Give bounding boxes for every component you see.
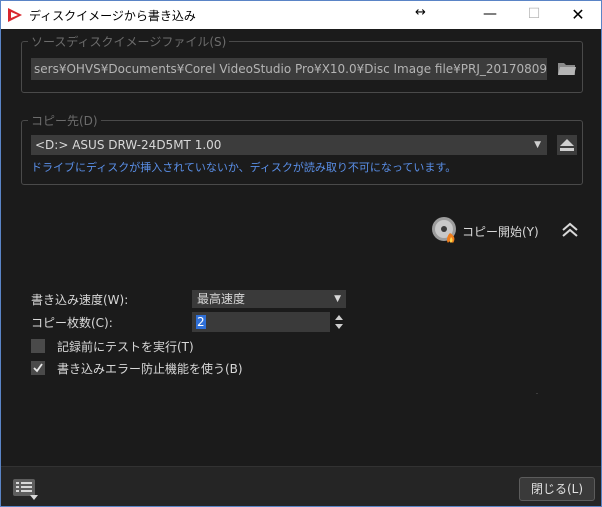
spin-up-icon[interactable] (332, 312, 346, 322)
chevron-down-icon: ▼ (334, 294, 341, 304)
maximize-button[interactable]: ☐ (511, 1, 557, 29)
eject-icon[interactable] (557, 135, 577, 155)
burn-from-disc-image-dialog: ディスクイメージから書き込み ↔ — ☐ ✕ ソースディスクイメージファイル(S… (0, 0, 602, 507)
disc-burn-icon (432, 217, 456, 243)
copy-start-label: コピー開始(Y) (462, 225, 539, 239)
window-title: ディスクイメージから書き込み (29, 9, 196, 23)
resize-icon[interactable]: ↔ (415, 5, 426, 20)
title-bar[interactable]: ディスクイメージから書き込み ↔ — ☐ ✕ (1, 1, 601, 29)
app-icon (8, 8, 22, 22)
test-before-record-checkbox[interactable] (31, 339, 45, 353)
buffer-underrun-label: 書き込みエラー防止機能を使う(B) (57, 362, 243, 376)
destination-legend: コピー先(D) (28, 112, 101, 129)
drive-warning-text: ドライブにディスクが挿入されていないか、ディスクが読み取り不可になっています。 (31, 161, 457, 174)
minimize-button[interactable]: — (467, 1, 513, 29)
copies-label: コピー枚数(C): (31, 316, 113, 330)
source-image-group: ソースディスクイメージファイル(S) sers¥OHVS¥Documents¥C… (21, 33, 583, 93)
source-image-legend: ソースディスクイメージファイル(S) (28, 33, 230, 50)
close-window-button[interactable]: ✕ (555, 1, 601, 29)
buffer-underrun-checkbox[interactable] (31, 361, 45, 375)
close-button[interactable]: 閉じる(L) (519, 477, 595, 501)
write-speed-select[interactable]: 最高速度 ▼ (192, 290, 346, 308)
checkmark-icon (33, 363, 43, 373)
list-icon[interactable] (11, 477, 39, 501)
write-speed-label: 書き込み速度(W): (31, 293, 129, 307)
dialog-content: ソースディスクイメージファイル(S) sers¥OHVS¥Documents¥C… (1, 29, 601, 466)
copies-value: 2 (196, 315, 206, 329)
divider-dot (536, 393, 538, 394)
copies-stepper[interactable] (332, 312, 346, 332)
copies-input[interactable]: 2 (192, 312, 330, 332)
chevron-down-icon: ▼ (534, 140, 541, 150)
folder-icon[interactable] (557, 59, 577, 77)
write-speed-value: 最高速度 (197, 292, 246, 306)
drive-select[interactable]: <D:> ASUS DRW-24D5MT 1.00 ▼ (31, 135, 547, 155)
footer-bar: 閉じる(L) (1, 466, 601, 506)
spin-down-icon[interactable] (332, 322, 346, 332)
drive-select-value: <D:> ASUS DRW-24D5MT 1.00 (35, 138, 222, 152)
collapse-icon[interactable] (560, 221, 580, 239)
destination-group: コピー先(D) <D:> ASUS DRW-24D5MT 1.00 ▼ ドライブ… (21, 112, 583, 185)
test-before-record-label: 記録前にテストを実行(T) (57, 340, 194, 354)
source-path-field[interactable]: sers¥OHVS¥Documents¥Corel VideoStudio Pr… (31, 58, 547, 80)
